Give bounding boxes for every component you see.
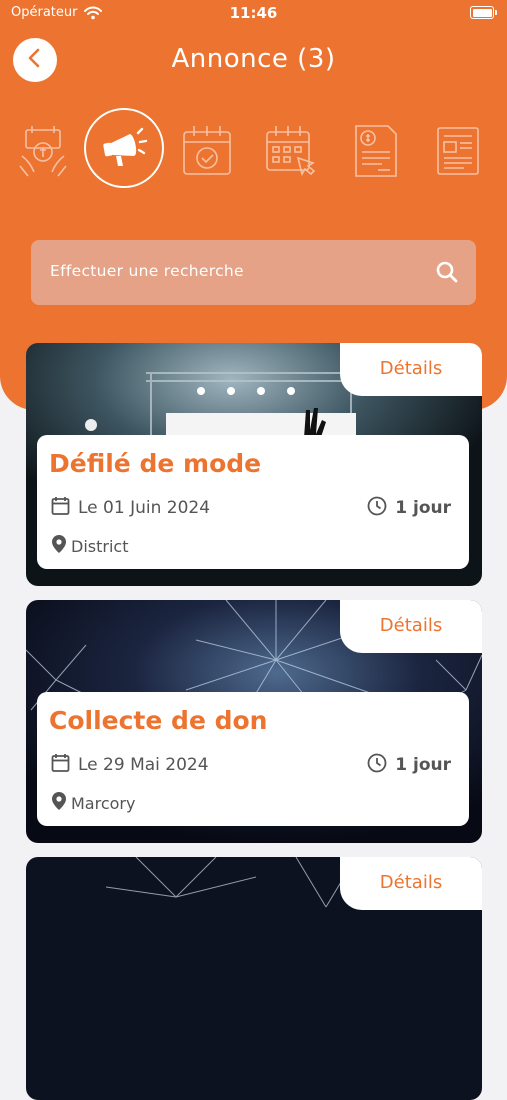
- details-button[interactable]: Détails: [340, 343, 482, 396]
- details-label: Détails: [379, 615, 443, 636]
- megaphone-icon: [103, 127, 148, 166]
- event-location: District: [71, 536, 129, 556]
- clock-icon: [367, 496, 387, 520]
- category-news[interactable]: [432, 122, 488, 180]
- clock-icon: [367, 753, 387, 777]
- battery-icon: [470, 6, 497, 19]
- search-bar[interactable]: Effectuer une recherche: [31, 240, 476, 305]
- details-label: Détails: [379, 358, 443, 379]
- location-pin-icon: [51, 791, 67, 815]
- event-title: Collecte de don: [49, 706, 268, 735]
- category-invoices[interactable]: [348, 122, 404, 180]
- calendar-icon: [51, 753, 70, 777]
- status-bar: Opérateur 11:46: [0, 0, 507, 30]
- category-charity[interactable]: [16, 122, 72, 180]
- search-input[interactable]: Effectuer une recherche: [50, 262, 244, 280]
- event-date: Le 01 Juin 2024: [78, 498, 211, 518]
- category-booking[interactable]: [264, 122, 320, 180]
- event-card[interactable]: Détails: [26, 857, 482, 1100]
- details-label: Détails: [379, 872, 443, 893]
- event-duration: 1 jour: [395, 755, 451, 775]
- charity-hands-icon: [19, 126, 67, 177]
- event-location: Marcory: [71, 793, 136, 813]
- event-date: Le 29 Mai 2024: [78, 755, 209, 775]
- newspaper-icon: [437, 127, 479, 175]
- details-button[interactable]: Détails: [340, 600, 482, 653]
- location-pin-icon: [51, 534, 67, 558]
- event-duration: 1 jour: [395, 498, 451, 518]
- category-events[interactable]: [180, 122, 236, 180]
- calendar-icon: [51, 496, 70, 520]
- event-title: Défilé de mode: [49, 449, 262, 478]
- event-info-panel: Défilé de mode Le 01 Juin 2024 1 jour Di…: [37, 435, 469, 569]
- category-announcements[interactable]: [84, 108, 164, 188]
- event-card[interactable]: Détails Défilé de mode Le 01 Juin 2024 1…: [26, 343, 482, 586]
- calendar-click-icon: [266, 126, 316, 177]
- details-button[interactable]: Détails: [340, 857, 482, 910]
- search-icon[interactable]: [435, 260, 459, 288]
- calendar-check-icon: [183, 126, 231, 175]
- invoice-icon: [355, 125, 397, 177]
- status-time: 11:46: [229, 4, 278, 22]
- event-info-panel: Collecte de don Le 29 Mai 2024 1 jour Ma…: [37, 692, 469, 826]
- event-card[interactable]: Détails Collecte de don Le 29 Mai 2024 1…: [26, 600, 482, 843]
- page-title: Annonce (3): [171, 44, 336, 74]
